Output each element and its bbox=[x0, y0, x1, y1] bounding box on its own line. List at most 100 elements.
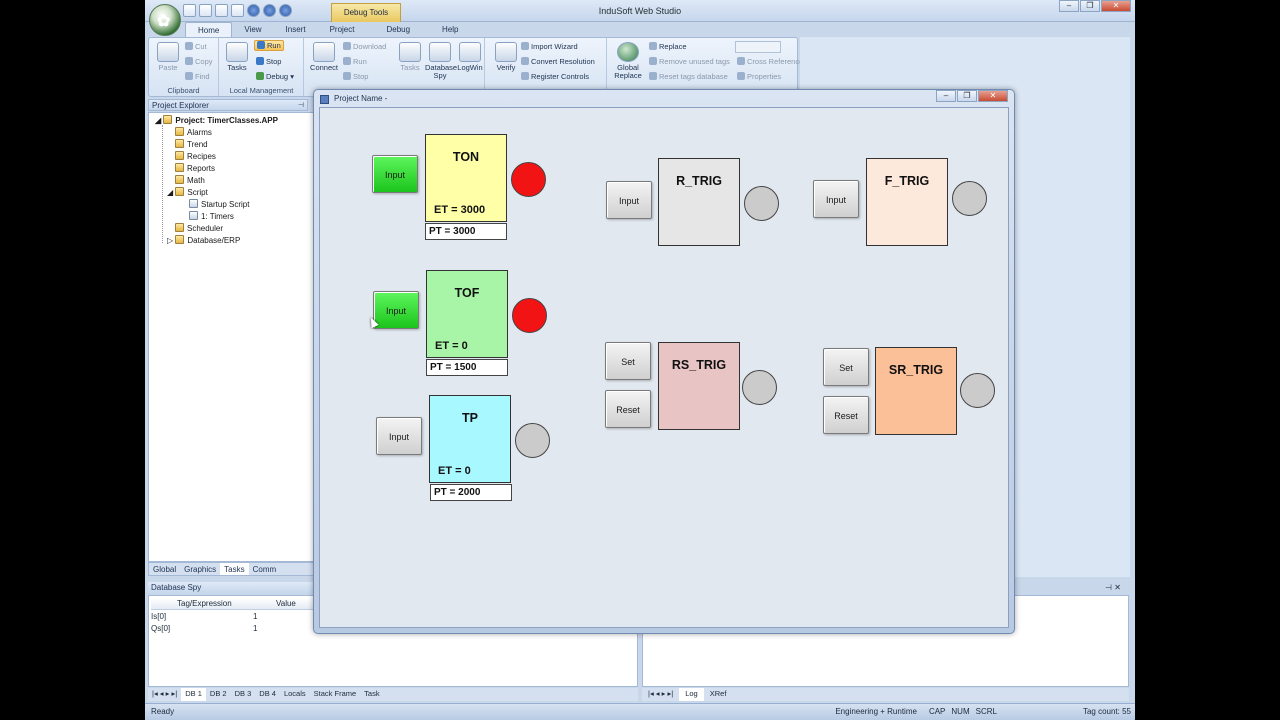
connect-button[interactable]: Connect bbox=[309, 42, 339, 72]
r-trig-input-button[interactable]: Input bbox=[606, 181, 652, 219]
tab-db3[interactable]: DB 3 bbox=[231, 688, 256, 701]
verify-button[interactable]: Verify bbox=[493, 42, 519, 72]
ton-name: TON bbox=[452, 150, 480, 164]
tab-view[interactable]: View bbox=[232, 22, 273, 38]
run-icon bbox=[257, 41, 265, 49]
tab-home[interactable]: Home bbox=[185, 22, 233, 38]
ton-preset-field[interactable]: PT = 3000 bbox=[425, 223, 507, 240]
tab-global[interactable]: Global bbox=[149, 563, 180, 575]
tree-project-root[interactable]: ◢ Project: TimerClasses.APP bbox=[155, 115, 278, 125]
stop-button[interactable]: Stop bbox=[256, 57, 281, 66]
remote-stop-button[interactable]: Stop bbox=[343, 72, 368, 81]
tp-input-button[interactable]: Input bbox=[376, 417, 422, 455]
global-replace-button[interactable]: Global Replace bbox=[613, 42, 643, 80]
find-button[interactable]: Find bbox=[185, 72, 210, 81]
project-explorer-tree: ◢ Project: TimerClasses.APP Alarms Trend… bbox=[148, 112, 315, 562]
pin-icon[interactable]: ⊣ bbox=[298, 100, 304, 112]
tree-item-script[interactable]: ◢ Script bbox=[167, 187, 208, 197]
tab-log[interactable]: Log bbox=[679, 688, 704, 701]
remote-tasks-button[interactable]: Tasks bbox=[397, 42, 423, 72]
status-tag-count: Tag count: 55 bbox=[1082, 707, 1131, 716]
status-bar: Ready Engineering + Runtime CAP NUM SCRL… bbox=[145, 703, 1135, 720]
f-trig-input-label: Input bbox=[825, 195, 847, 205]
tab-nav-arrows[interactable]: |◂ ◂ ▸ ▸| bbox=[148, 688, 181, 701]
tree-item-database-erp[interactable]: ▷ Database/ERP bbox=[167, 235, 240, 245]
runtime-window-title: Project Name - bbox=[334, 94, 388, 103]
table-row[interactable]: Qs[0] 1 bbox=[151, 624, 257, 633]
r-trig-name: R_TRIG bbox=[676, 174, 722, 188]
copy-icon bbox=[185, 57, 193, 65]
tab-locals[interactable]: Locals bbox=[280, 688, 310, 701]
sr-trig-reset-button[interactable]: Reset bbox=[823, 396, 869, 434]
copy-button[interactable]: Copy bbox=[185, 57, 213, 66]
window-controls: – ❐ ✕ bbox=[1058, 0, 1131, 12]
tree-item-alarms[interactable]: Alarms bbox=[175, 127, 212, 137]
remove-unused-tags-button[interactable]: Remove unused tags bbox=[649, 57, 730, 66]
cut-button[interactable]: Cut bbox=[185, 42, 207, 51]
tab-task[interactable]: Task bbox=[360, 688, 383, 701]
minimize-icon[interactable]: – bbox=[1059, 0, 1079, 12]
cross-reference-button[interactable]: Cross Reference bbox=[737, 57, 803, 66]
tasks-icon bbox=[226, 42, 248, 62]
remote-run-button[interactable]: Run bbox=[343, 57, 367, 66]
replace-search-input[interactable] bbox=[735, 41, 781, 53]
tab-help[interactable]: Help bbox=[430, 22, 470, 38]
tree-item-startup-script[interactable]: Startup Script bbox=[189, 199, 249, 209]
table-row[interactable]: Is[0] 1 bbox=[151, 612, 257, 621]
logwin-icon bbox=[459, 42, 481, 62]
tof-input-button[interactable]: Input bbox=[373, 291, 419, 329]
tab-db4[interactable]: DB 4 bbox=[255, 688, 280, 701]
rs-trig-set-button[interactable]: Set bbox=[605, 342, 651, 380]
status-caps: CAP bbox=[928, 707, 946, 716]
status-mode: Engineering + Runtime bbox=[835, 707, 917, 716]
debug-button[interactable]: Debug ▾ bbox=[256, 72, 294, 81]
properties-button[interactable]: Properties bbox=[737, 72, 781, 81]
rs-trig-set-label: Set bbox=[621, 357, 635, 367]
properties-icon bbox=[737, 72, 745, 80]
tree-item-trend[interactable]: Trend bbox=[175, 139, 208, 149]
tab-debug[interactable]: Debug bbox=[374, 22, 422, 38]
minimize-icon[interactable]: – bbox=[936, 90, 956, 102]
replace-button[interactable]: Replace bbox=[649, 42, 687, 51]
restore-icon[interactable]: ❐ bbox=[1080, 0, 1100, 12]
tree-item-timers[interactable]: 1: Timers bbox=[189, 211, 234, 221]
tab-db1[interactable]: DB 1 bbox=[181, 688, 206, 701]
restore-icon[interactable]: ❐ bbox=[957, 90, 977, 102]
close-icon[interactable]: ✕ bbox=[1101, 0, 1131, 12]
tp-preset-field[interactable]: PT = 2000 bbox=[430, 484, 512, 501]
rs-trig-reset-button[interactable]: Reset bbox=[605, 390, 651, 428]
ton-input-button[interactable]: Input bbox=[372, 155, 418, 193]
application-button[interactable]: ✿ bbox=[149, 4, 181, 36]
tab-graphics[interactable]: Graphics bbox=[180, 563, 220, 575]
tree-item-math[interactable]: Math bbox=[175, 175, 205, 185]
convert-resolution-button[interactable]: Convert Resolution bbox=[521, 57, 595, 66]
tab-comm[interactable]: Comm bbox=[249, 563, 281, 575]
runtime-window-controls: – ❐ ✕ bbox=[935, 90, 1008, 102]
close-icon[interactable]: ✕ bbox=[978, 90, 1008, 102]
cross-ref-icon bbox=[737, 57, 745, 65]
logwin-button[interactable]: LogWin bbox=[455, 42, 485, 72]
tab-project[interactable]: Project bbox=[318, 22, 367, 38]
tab-stack-frame[interactable]: Stack Frame bbox=[310, 688, 361, 701]
log-pin-icon[interactable]: ⊣ ✕ bbox=[1105, 583, 1121, 592]
register-controls-button[interactable]: Register Controls bbox=[521, 72, 589, 81]
tree-item-recipes[interactable]: Recipes bbox=[175, 151, 216, 161]
import-wizard-button[interactable]: Import Wizard bbox=[521, 42, 578, 51]
log-nav-arrows[interactable]: |◂ ◂ ▸ ▸| bbox=[642, 688, 679, 701]
tab-db2[interactable]: DB 2 bbox=[206, 688, 231, 701]
sr-trig-set-button[interactable]: Set bbox=[823, 348, 869, 386]
tree-item-reports[interactable]: Reports bbox=[175, 163, 215, 173]
tab-xref[interactable]: XRef bbox=[704, 688, 733, 701]
run-button[interactable]: Run bbox=[254, 40, 284, 51]
tab-insert[interactable]: Insert bbox=[274, 22, 318, 38]
download-button[interactable]: Download bbox=[343, 42, 386, 51]
paste-button[interactable]: Paste bbox=[155, 42, 181, 72]
tof-preset-field[interactable]: PT = 1500 bbox=[426, 359, 508, 376]
f-trig-input-button[interactable]: Input bbox=[813, 180, 859, 218]
database-spy-button[interactable]: Database Spy bbox=[425, 42, 457, 80]
tree-item-scheduler[interactable]: Scheduler bbox=[175, 223, 223, 233]
runtime-window: Project Name - – ❐ ✕ Input TON ET = 3000 PT… bbox=[313, 89, 1015, 634]
tab-tasks[interactable]: Tasks bbox=[220, 563, 249, 575]
reset-tags-button[interactable]: Reset tags database bbox=[649, 72, 728, 81]
local-tasks-button[interactable]: Tasks bbox=[224, 42, 250, 72]
